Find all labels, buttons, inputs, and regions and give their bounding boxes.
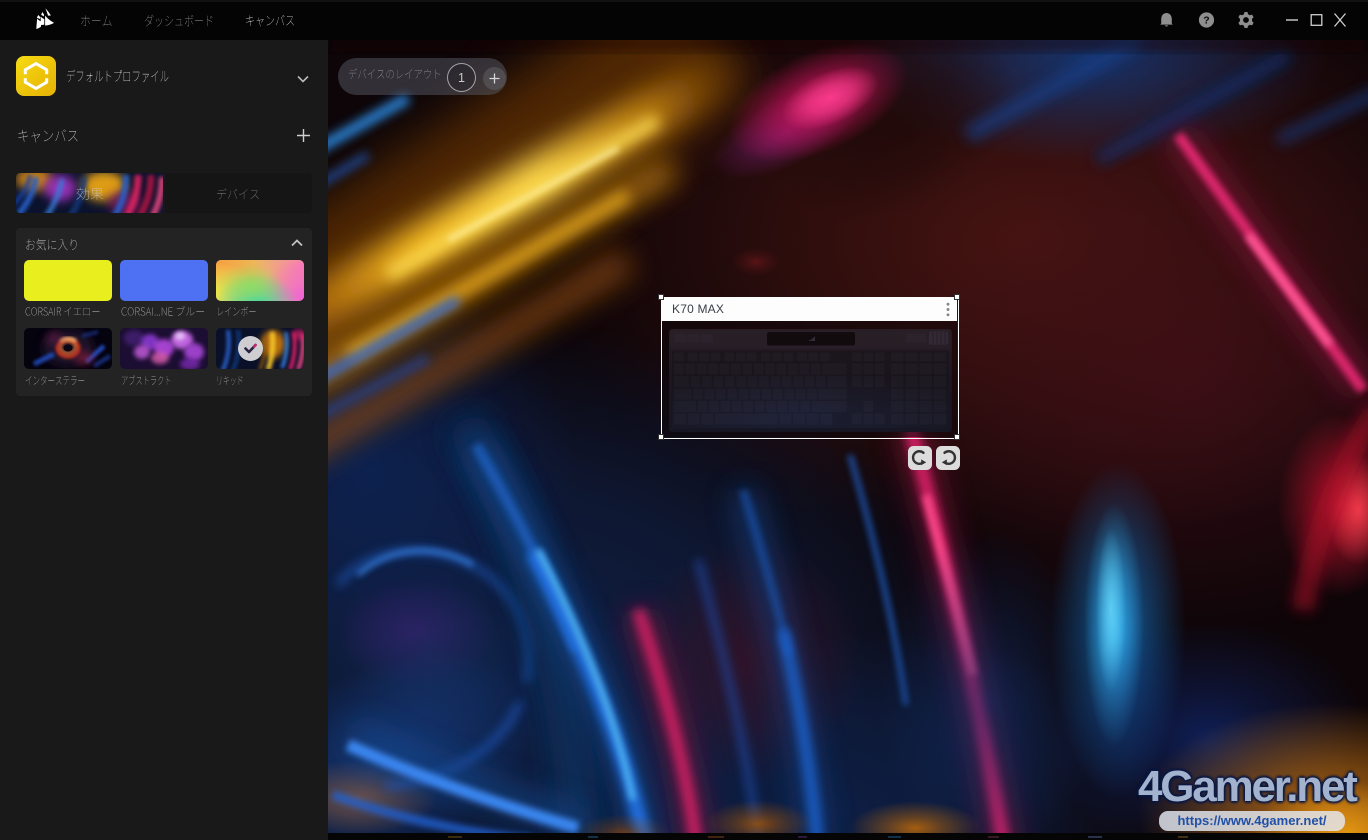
svg-text:?: ? [1203, 14, 1209, 26]
svg-text:1: 1 [458, 71, 465, 85]
